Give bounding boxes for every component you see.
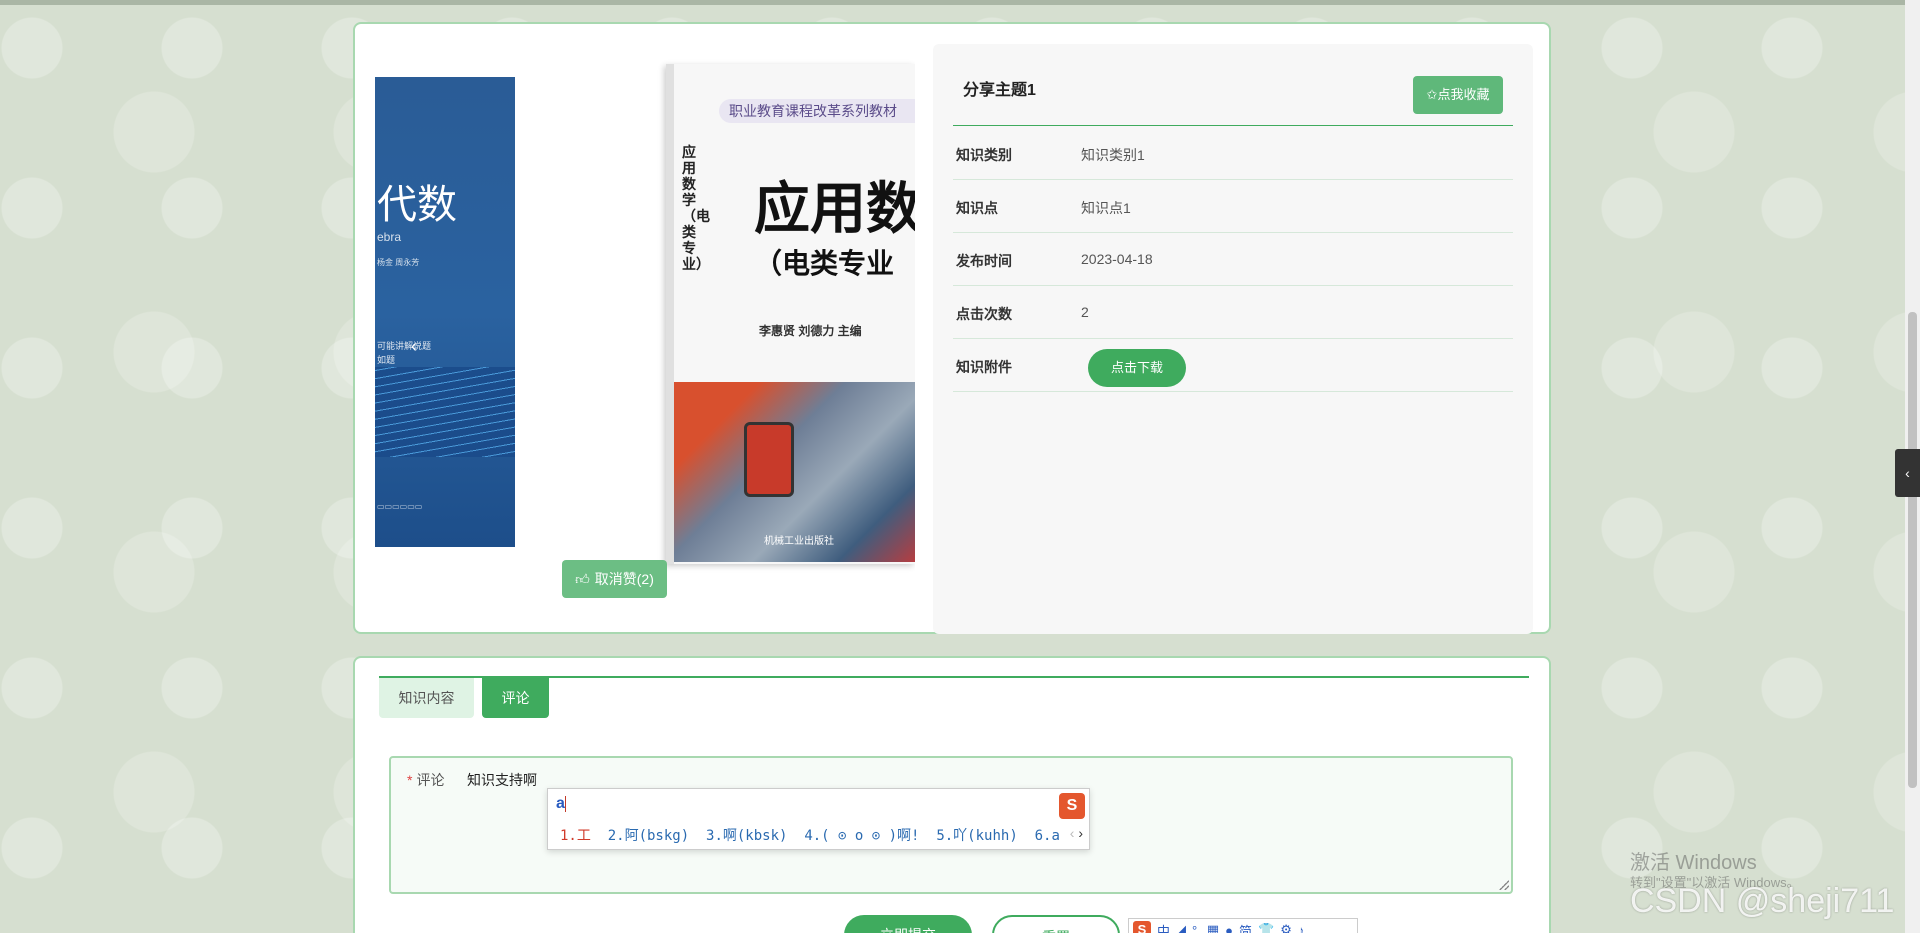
ime-settings-icon[interactable]: ⚙ xyxy=(1280,922,1292,933)
reset-button[interactable]: 重置 xyxy=(992,915,1120,933)
ime-candidates: 1.工 2.阿(bskg) 3.啊(kbsk) 4.( ⊙ o ⊙ )啊! 5.… xyxy=(560,825,1060,845)
info-row-clicks: 点击次数 2 xyxy=(953,286,1513,339)
detail-card: 代数 ebra 杨金 周永芳 可能讲解说题 如题 ▭▭▭▭▭▭ ‹ 职业教育课程… xyxy=(353,22,1551,634)
ime-prev-page-icon[interactable]: ‹ xyxy=(1070,825,1075,841)
info-label: 知识附件 xyxy=(956,359,1012,375)
ime-toolbar: S 中 ◢ °, ▦ ● 简 👕 ⚙ ♪ xyxy=(1128,918,1358,933)
required-mark: * xyxy=(407,772,413,788)
comment-label-text: 评论 xyxy=(416,772,445,788)
carousel-slide-prev[interactable]: 代数 ebra 杨金 周永芳 可能讲解说题 如题 ▭▭▭▭▭▭ ‹ xyxy=(375,77,515,547)
info-row-attachment: 知识附件 点击下载 xyxy=(953,339,1513,392)
ime-tiktok-icon[interactable]: ♪ xyxy=(1298,923,1305,933)
scrollbar-thumb[interactable] xyxy=(1908,312,1917,788)
book-series-label: 职业教育课程改革系列教材 xyxy=(719,99,915,123)
info-row-point: 知识点 知识点1 xyxy=(953,180,1513,233)
book-title-fragment: 代数 xyxy=(377,182,457,228)
unlike-button-label: 取消赞(2) xyxy=(594,571,654,587)
book-title: 应用数 xyxy=(754,177,915,240)
ime-punct-icon[interactable]: ◢ xyxy=(1176,922,1186,933)
multimeter-graphic xyxy=(744,422,794,497)
info-row-date: 发布时间 2023-04-18 xyxy=(953,233,1513,286)
book-cover-photo: 机械工业出版社 xyxy=(674,382,915,562)
ime-page-nav: ‹ › xyxy=(1070,825,1083,841)
info-panel: 分享主题1 ✩点我收藏 知识类别 知识类别1 知识点 知识点1 发布时间 202… xyxy=(933,44,1533,634)
ime-candidate[interactable]: 2.阿(bskg) xyxy=(608,828,689,844)
ime-candidate[interactable]: 6.a xyxy=(1035,828,1060,844)
info-value: 知识点1 xyxy=(1081,200,1131,216)
carousel-prev-arrow-icon[interactable]: ‹ xyxy=(400,332,428,360)
tabs-divider xyxy=(379,676,1529,678)
ime-symbol-icon[interactable]: °, xyxy=(1192,923,1201,933)
ime-skin-icon[interactable]: 👕 xyxy=(1258,922,1274,933)
book-publisher: 机械工业出版社 xyxy=(764,536,834,547)
info-row-category: 知识类别 知识类别1 xyxy=(953,127,1513,180)
comment-label: * 评论 xyxy=(407,770,444,790)
page-title: 分享主题1 xyxy=(963,82,1036,99)
ime-next-page-icon[interactable]: › xyxy=(1078,825,1083,841)
ime-composition: a xyxy=(556,795,566,813)
resize-handle-icon[interactable] xyxy=(1499,880,1509,890)
tab-knowledge-content[interactable]: 知识内容 xyxy=(379,678,474,718)
info-value: 2 xyxy=(1081,304,1089,320)
ime-keyboard-icon[interactable]: ▦ xyxy=(1207,922,1219,933)
comment-value: 知识支持啊 xyxy=(467,772,537,788)
ime-composition-text: a xyxy=(556,795,565,812)
ime-toolbar-logo-icon[interactable]: S xyxy=(1133,921,1151,933)
book-spine-title: 应用数学（电类专业） xyxy=(682,144,710,272)
windows-activation-title: 激活 Windows xyxy=(1630,852,1757,874)
ime-candidate[interactable]: 4.( ⊙ o ⊙ )啊! xyxy=(804,828,919,844)
ime-simplified-icon[interactable]: 简 xyxy=(1239,921,1252,933)
ime-candidate-window: a S 1.工 2.阿(bskg) 3.啊(kbsk) 4.( ⊙ o ⊙ )啊… xyxy=(547,788,1090,850)
book-subtitle: （电类专业 xyxy=(754,248,895,279)
side-panel-toggle-icon[interactable]: ‹ xyxy=(1895,449,1920,497)
info-value: 知识类别1 xyxy=(1081,147,1145,163)
ime-candidate[interactable]: 5.吖(kuhh) xyxy=(936,828,1017,844)
book-authors-fragment: 杨金 周永芳 xyxy=(377,258,420,267)
ime-candidate[interactable]: 1.工 xyxy=(560,828,591,844)
favorite-button[interactable]: ✩点我收藏 xyxy=(1413,76,1503,114)
info-label: 点击次数 xyxy=(956,306,1012,322)
unlike-button[interactable]: 👍︎ 取消赞(2) xyxy=(562,560,667,598)
info-label: 发布时间 xyxy=(956,253,1012,269)
publisher-logo: ▭▭▭▭▭▭ xyxy=(377,502,423,511)
download-button[interactable]: 点击下载 xyxy=(1088,349,1186,387)
ime-logo-icon[interactable]: S xyxy=(1059,793,1085,819)
thumbs-up-icon: 👍︎ xyxy=(575,570,590,587)
info-header: 分享主题1 ✩点我收藏 xyxy=(953,44,1513,126)
book-subtitle-fragment: ebra xyxy=(377,230,402,244)
info-label: 知识点 xyxy=(956,200,998,216)
submit-button[interactable]: 立即提交 xyxy=(844,915,972,933)
book-authors: 李惠贤 刘德力 主编 xyxy=(759,324,862,338)
csdn-watermark: CSDN @sheji711 xyxy=(1630,882,1895,920)
top-edge xyxy=(0,0,1905,5)
text-cursor xyxy=(564,795,566,812)
info-value: 2023-04-18 xyxy=(1081,251,1153,267)
book-wave-graphic xyxy=(375,367,515,457)
ime-candidate[interactable]: 3.啊(kbsk) xyxy=(706,828,787,844)
ime-user-icon[interactable]: ● xyxy=(1225,923,1233,933)
image-carousel[interactable]: 代数 ebra 杨金 周永芳 可能讲解说题 如题 ▭▭▭▭▭▭ ‹ 职业教育课程… xyxy=(375,42,915,582)
info-label: 知识类别 xyxy=(956,147,1012,163)
carousel-slide-current: 职业教育课程改革系列教材 应用数学（电类专业） 应用数 （电类专业 李惠贤 刘德… xyxy=(666,64,915,564)
tab-comment[interactable]: 评论 xyxy=(482,678,549,718)
ime-mode-icon[interactable]: 中 xyxy=(1157,921,1170,933)
